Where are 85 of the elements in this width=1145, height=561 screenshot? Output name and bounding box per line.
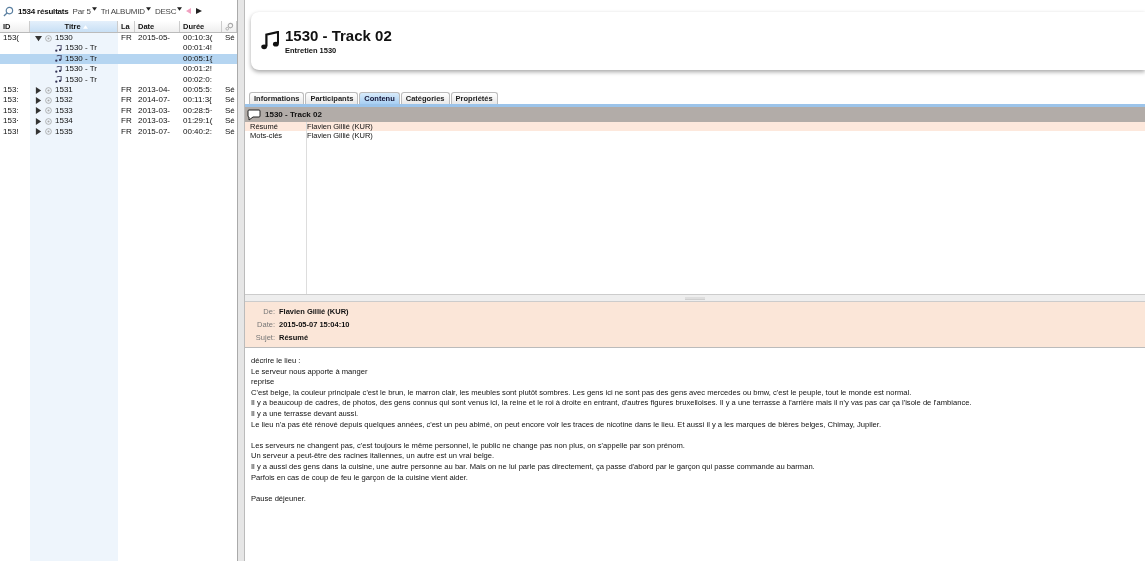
circle-icon (45, 86, 52, 94)
table-row[interactable]: 153· 1534 FR 2013-03- 01:29:1( Sé (0, 116, 237, 127)
table-cell: Sé (225, 116, 235, 127)
page-size-dropdown[interactable]: Par 5 (72, 6, 97, 16)
table-cell: Sé (225, 95, 235, 106)
collapsed-triangle-icon[interactable] (35, 107, 42, 115)
collapsed-triangle-icon[interactable] (35, 117, 42, 125)
table-cell: 2014-07- (138, 95, 171, 106)
collapsed-triangle-icon[interactable] (35, 128, 42, 136)
expanded-triangle-icon[interactable] (35, 34, 42, 42)
table-row[interactable]: 153! 1535 FR 2015-07- 00:40:2: Sé (0, 126, 237, 137)
table-cell: Sé (225, 33, 235, 44)
table-row[interactable]: 1530 - Tr 00:05:1{ (0, 53, 237, 65)
table-cell: 2013-03- (138, 105, 171, 117)
splitter-handle-icon[interactable] (685, 296, 705, 300)
table-cell: Sé (225, 105, 235, 117)
table-cell: 153· (3, 116, 19, 127)
result-count: 1534 résultats (18, 6, 69, 16)
table-cell: 2015-05- (138, 33, 171, 44)
table-cell: 01:29:1( (183, 116, 213, 127)
table-cell: 00:05:1{ (183, 53, 213, 65)
table-cell: FR (121, 126, 132, 137)
table-cell: 153: (3, 84, 19, 96)
table-cell: 153( (3, 33, 19, 44)
table-cell: 00:01:4! (183, 43, 212, 54)
table-cell: 00:01:2! (183, 64, 212, 75)
table-cell: Sé (225, 84, 235, 96)
table-cell: 1530 - Tr (65, 64, 97, 75)
table-cell: FR (121, 105, 132, 117)
table-cell: 153: (3, 105, 19, 117)
collapsed-triangle-icon[interactable] (35, 86, 42, 94)
table-cell: 00:05:5: (183, 84, 212, 96)
table-row[interactable]: 153: 1532 FR 2014-07- 00:11:3{ Sé (0, 95, 237, 106)
music-note-icon (55, 65, 62, 73)
order-dropdown[interactable]: DESC (154, 6, 183, 16)
sort-dropdown[interactable]: Tri ALBUMID (100, 6, 151, 16)
table-cell: FR (121, 33, 132, 44)
table-cell: 2013-03- (138, 116, 171, 127)
collapsed-triangle-icon[interactable] (35, 97, 42, 105)
table-row[interactable]: 1530 - Tr 00:01:4! (0, 43, 237, 54)
search-icon[interactable] (3, 5, 14, 17)
table-cell: 2013-04- (138, 84, 171, 96)
table-row[interactable]: 153: 1531 FR 2013-04- 00:05:5: Sé (0, 84, 237, 96)
table-cell: 1535 (55, 126, 73, 137)
dropdown-arrow-icon (91, 6, 97, 11)
table-cell: 2015-07- (138, 126, 171, 137)
table-cell: 00:11:3{ (183, 95, 212, 106)
music-note-icon (55, 55, 62, 63)
table-cell: 1532 (55, 95, 73, 106)
table-cell: 1531 (55, 84, 73, 96)
circle-icon (45, 117, 52, 125)
table-row[interactable]: 1530 - Tr 00:02:0: (0, 74, 237, 85)
table-row[interactable]: 153( 1530 FR 2015-05- 00:10:3( Sé (0, 33, 237, 44)
music-note-icon (55, 76, 62, 84)
table-row[interactable]: 1530 - Tr 00:01:2! (0, 64, 237, 75)
table-cell: 1530 (55, 33, 73, 44)
circle-icon (45, 34, 52, 42)
table-cell: 00:28:5· (183, 105, 213, 117)
sort-arrow-icon (82, 24, 88, 29)
music-note-icon (55, 45, 62, 53)
table-cell: 1530 - Tr (65, 53, 97, 65)
speech-bubble-icon (247, 108, 261, 121)
table-cell: 00:10:3( (183, 33, 213, 44)
content-title: 1530 - Track 02 (265, 110, 322, 119)
dropdown-arrow-icon (177, 6, 183, 11)
table-cell: 1530 - Tr (65, 74, 97, 85)
next-arrow-icon[interactable] (196, 8, 203, 14)
table-cell: 1530 - Tr (65, 43, 97, 54)
table-cell: 1534 (55, 116, 73, 127)
table-cell: Sé (225, 126, 235, 137)
table-cell: FR (121, 95, 132, 106)
table-cell: 00:02:0: (183, 74, 212, 85)
music-note-icon (261, 31, 279, 51)
circle-icon (45, 97, 52, 105)
record-title: 1530 - Track 02 (285, 27, 392, 44)
circle-icon (45, 107, 52, 115)
table-cell: 153! (3, 126, 19, 137)
table-cell: 153: (3, 95, 19, 106)
dropdown-arrow-icon (145, 6, 151, 11)
table-cell: FR (121, 84, 132, 96)
table-row[interactable]: 153: 1533 FR 2013-03- 00:28:5· Sé (0, 105, 237, 117)
circle-icon (45, 128, 52, 136)
table-cell: 1533 (55, 105, 73, 117)
table-cell: FR (121, 116, 132, 127)
table-cell: 00:40:2: (183, 126, 212, 137)
